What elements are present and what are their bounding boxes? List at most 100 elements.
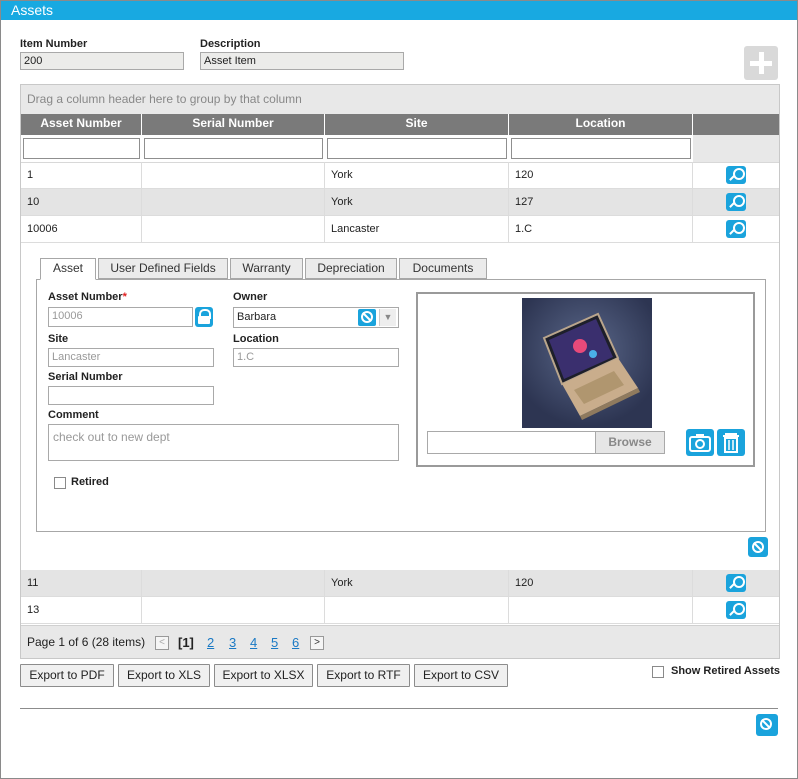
table-row[interactable]: 13	[21, 597, 779, 624]
export-xls-button[interactable]: Export to XLS	[118, 664, 210, 687]
show-retired-label: Show Retired Assets	[671, 665, 781, 677]
magnifier-icon[interactable]	[726, 166, 746, 184]
tab-depreciation[interactable]: Depreciation	[305, 258, 397, 279]
column-header-site[interactable]: Site	[325, 114, 509, 135]
laptop-image	[542, 312, 640, 420]
table-row[interactable]: 1 York 120	[21, 162, 779, 189]
show-retired-checkbox[interactable]	[652, 666, 664, 678]
cell-asset-number: 1	[21, 162, 142, 188]
table-row[interactable]: 10 York 127	[21, 189, 779, 216]
cancel-edit-button[interactable]	[748, 537, 768, 557]
filter-empty-cell	[693, 135, 779, 162]
magnifier-icon[interactable]	[726, 220, 746, 238]
owner-select[interactable]: Barbara ▼	[233, 307, 399, 328]
export-csv-button[interactable]: Export to CSV	[414, 664, 508, 687]
location-field[interactable]: 1.C	[233, 348, 399, 367]
lock-icon[interactable]	[195, 307, 213, 327]
serial-number-field[interactable]	[48, 386, 214, 405]
pager-next-button[interactable]: >	[310, 636, 324, 650]
pager-page-6[interactable]: 6	[292, 626, 299, 659]
browse-button[interactable]: Browse	[595, 431, 665, 454]
tab-user-defined-fields[interactable]: User Defined Fields	[98, 258, 228, 279]
cell-asset-number: 11	[21, 570, 142, 596]
detail-form: Asset User Defined Fields Warranty Depre…	[21, 243, 779, 570]
asset-image-panel: Browse	[416, 292, 755, 467]
cancel-icon[interactable]	[358, 309, 376, 326]
asset-tab-panel: Asset Number* 10006 Owner Barbara ▼ Site…	[36, 279, 766, 532]
cell-serial-number	[142, 162, 325, 188]
cell-site	[325, 597, 509, 623]
magnifier-icon[interactable]	[726, 193, 746, 211]
delete-image-button[interactable]	[717, 429, 745, 456]
description-field[interactable]: Asset Item	[200, 52, 404, 70]
retired-label: Retired	[71, 476, 109, 488]
pager-summary: Page 1 of 6 (28 items)	[27, 635, 146, 649]
magnifier-icon[interactable]	[726, 574, 746, 592]
window-title: Assets	[1, 1, 797, 20]
site-field[interactable]: Lancaster	[48, 348, 214, 367]
cell-site: York	[325, 570, 509, 596]
cell-asset-number: 13	[21, 597, 142, 623]
table-row[interactable]: 11 York 120	[21, 570, 779, 597]
serial-number-label: Serial Number	[48, 371, 123, 383]
filter-serial-number-input[interactable]	[144, 138, 323, 159]
grid-header: Asset Number Serial Number Site Location	[21, 114, 779, 135]
chevron-down-icon[interactable]: ▼	[379, 309, 396, 326]
asset-number-field[interactable]: 10006	[48, 307, 193, 327]
camera-button[interactable]	[686, 429, 714, 456]
table-row[interactable]: 10006 Lancaster 1.C	[21, 216, 779, 243]
assets-grid: Drag a column header here to group by th…	[20, 84, 780, 659]
comment-label: Comment	[48, 409, 99, 421]
export-xlsx-button[interactable]: Export to XLSX	[214, 664, 313, 687]
filter-asset-number-input[interactable]	[23, 138, 140, 159]
cell-location: 127	[509, 189, 693, 215]
export-pdf-button[interactable]: Export to PDF	[20, 664, 114, 687]
filter-row	[21, 135, 779, 163]
trash-icon	[723, 433, 739, 453]
cell-serial-number	[142, 189, 325, 215]
pager-page-3[interactable]: 3	[229, 626, 236, 659]
column-header-serial-number[interactable]: Serial Number	[142, 114, 325, 135]
cell-site: Lancaster	[325, 216, 509, 242]
filter-location-input[interactable]	[511, 138, 691, 159]
pager: Page 1 of 6 (28 items) < [1] 2 3 4 5 6 >	[21, 625, 779, 658]
pager-page-4[interactable]: 4	[250, 626, 257, 659]
column-header-asset-number[interactable]: Asset Number	[21, 114, 142, 135]
cell-serial-number	[142, 597, 325, 623]
owner-label: Owner	[233, 291, 268, 303]
comment-textarea[interactable]: check out to new dept	[48, 424, 399, 461]
location-label: Location	[233, 333, 279, 345]
add-asset-button[interactable]	[744, 46, 778, 80]
cell-location: 120	[509, 570, 693, 596]
retired-checkbox[interactable]	[54, 477, 66, 489]
pager-prev-button[interactable]: <	[155, 636, 169, 650]
cell-asset-number: 10	[21, 189, 142, 215]
cell-location	[509, 597, 693, 623]
pager-page-5[interactable]: 5	[271, 626, 278, 659]
column-header-location[interactable]: Location	[509, 114, 693, 135]
magnifier-icon[interactable]	[726, 601, 746, 619]
cell-location: 120	[509, 162, 693, 188]
item-number-field[interactable]: 200	[20, 52, 184, 70]
required-mark: *	[122, 291, 127, 303]
cell-serial-number	[142, 570, 325, 596]
tab-documents[interactable]: Documents	[399, 258, 487, 279]
divider	[20, 708, 778, 709]
camera-icon	[689, 434, 711, 452]
export-rtf-button[interactable]: Export to RTF	[317, 664, 410, 687]
description-label: Description	[200, 38, 261, 50]
cell-site: York	[325, 162, 509, 188]
cell-site: York	[325, 189, 509, 215]
close-form-button[interactable]	[756, 714, 778, 736]
filter-site-input[interactable]	[327, 138, 507, 159]
owner-value: Barbara	[237, 311, 277, 323]
site-label: Site	[48, 333, 69, 345]
cell-asset-number: 10006	[21, 216, 142, 242]
asset-number-label: Asset Number*	[48, 291, 127, 303]
tab-asset[interactable]: Asset	[40, 258, 96, 280]
tab-warranty[interactable]: Warranty	[230, 258, 303, 279]
item-number-label: Item Number	[20, 38, 88, 50]
cell-location: 1.C	[509, 216, 693, 242]
group-by-panel[interactable]: Drag a column header here to group by th…	[21, 85, 779, 114]
pager-page-2[interactable]: 2	[207, 626, 214, 659]
